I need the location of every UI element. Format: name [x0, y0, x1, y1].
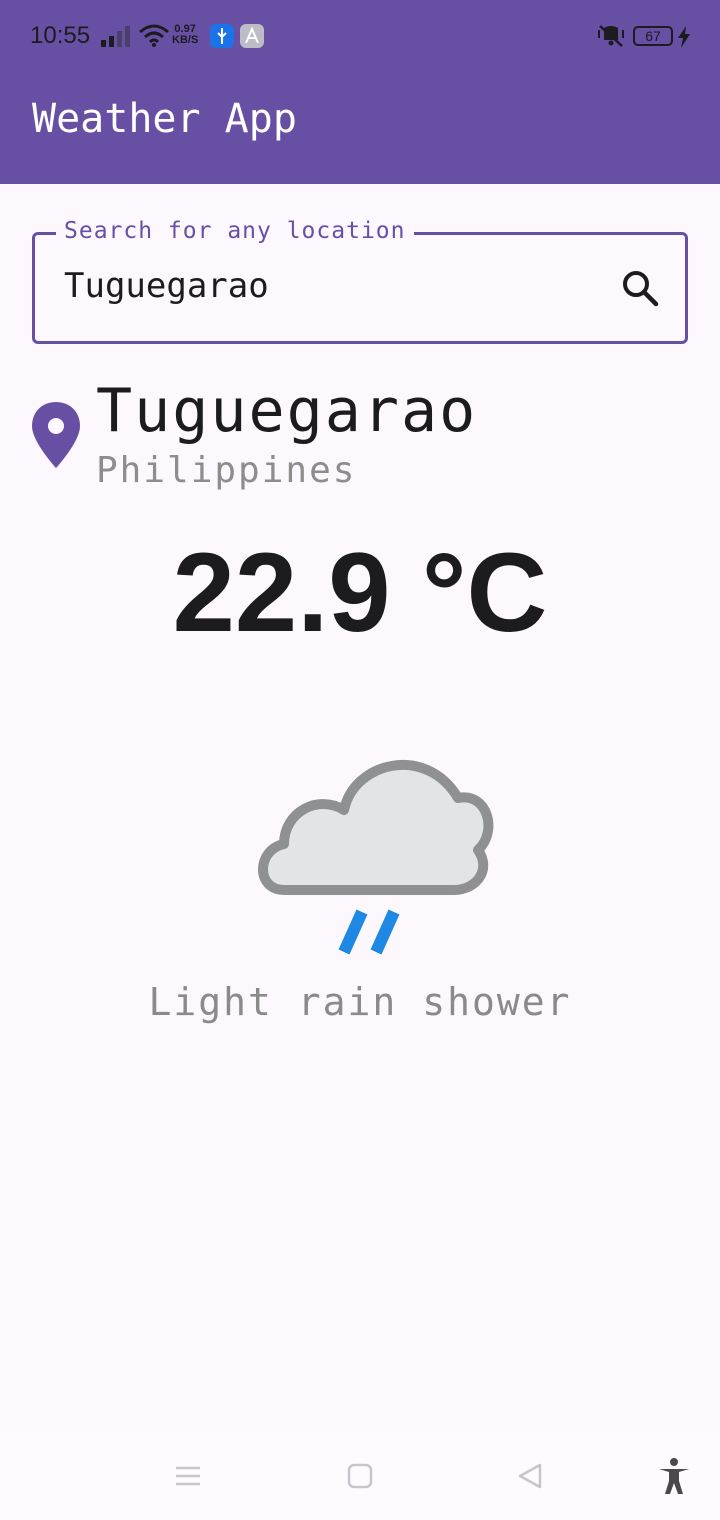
usb-icon	[210, 24, 234, 48]
app-header: 10:55 0.97 KB/S 67 Weather App	[0, 0, 720, 184]
speed-unit: KB/S	[172, 34, 199, 46]
vibrate-off-icon	[598, 25, 624, 47]
home-icon	[347, 1463, 373, 1489]
search-icon	[623, 271, 659, 307]
city-name: Tuguegarao	[96, 376, 478, 446]
back-button[interactable]	[510, 1456, 550, 1496]
battery-indicator: 67	[633, 26, 673, 46]
weather-condition: Light rain shower	[148, 980, 572, 1024]
recents-button[interactable]	[168, 1456, 208, 1496]
search-value[interactable]: Tuguegarao	[64, 266, 269, 306]
status-bar: 10:55 0.97 KB/S 67	[0, 0, 720, 72]
menu-icon	[176, 1466, 200, 1486]
wifi-icon	[139, 24, 169, 47]
search-button[interactable]	[616, 264, 664, 312]
signal-icon	[101, 26, 130, 47]
status-time: 10:55	[30, 22, 91, 49]
weather-screen: 10:55 0.97 KB/S 67 Weather App Search fo…	[0, 0, 720, 1520]
location-pin-icon	[32, 402, 80, 468]
back-icon	[518, 1463, 542, 1489]
night-cloud-rain-icon	[257, 680, 494, 955]
accessibility-button[interactable]	[654, 1456, 694, 1496]
accessibility-icon	[659, 1458, 689, 1494]
country-name: Philippines	[96, 450, 357, 491]
system-nav-bar	[0, 1432, 720, 1520]
network-speed: 0.97 KB/S	[172, 24, 198, 46]
battery-level: 67	[645, 28, 661, 44]
charging-icon	[678, 26, 690, 48]
app-notification-icon	[240, 24, 264, 48]
app-title: Weather App	[32, 96, 297, 142]
temperature: 22.9 °C	[172, 530, 548, 655]
home-button[interactable]	[340, 1456, 380, 1496]
search-label: Search for any location	[56, 218, 414, 244]
